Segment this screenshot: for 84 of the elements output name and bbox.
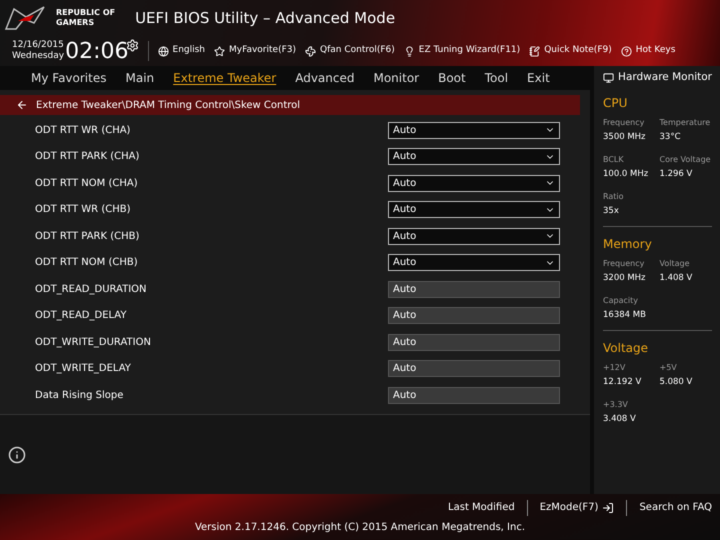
clock-time: 02:06 [65,38,129,66]
setting-label: ODT_WRITE_DURATION [35,336,152,350]
reading-value: 100.0 MHz [603,168,650,181]
toolbar-button[interactable]: EZ Tuning Wizard(F11) [404,44,520,58]
dropdown-field[interactable]: Auto [388,254,560,272]
nav-tab[interactable]: Exit [527,69,550,87]
reading-value: 35x [603,205,620,218]
date-text: 12/16/2015 [12,40,64,51]
nav-tab[interactable]: Tool [484,69,508,87]
setting-label: ODT RTT WR (CHB) [35,203,132,218]
reading-value: 3200 MHz [603,272,647,285]
toolbar-button[interactable]: English [158,44,206,58]
info-icon [8,446,26,464]
reading-value: 1.296 V [660,168,694,181]
reading-label: Capacity [603,295,639,307]
reading-value: 33°C [660,131,682,144]
input-field[interactable]: Auto [388,307,560,324]
section-title: CPU [603,95,628,112]
globe-icon [158,46,169,56]
reading-label: Ratio [603,191,625,203]
lightbulb-icon [404,46,415,56]
setting-label: ODT RTT PARK (CHB) [35,230,140,244]
reading-label: Frequency [603,258,646,270]
nav-tab[interactable]: Monitor [373,69,420,87]
help-icon [620,46,632,56]
setting-label: ODT_WRITE_DELAY [35,362,132,376]
reading-label: +12V [603,362,626,374]
dropdown-field[interactable]: Auto [388,122,560,139]
star-icon [214,46,226,56]
setting-label: ODT RTT PARK (CHA) [35,150,140,164]
monitor-icon [603,72,614,84]
setting-label: ODT_READ_DURATION [35,282,148,297]
fan-icon [305,46,316,56]
reading-label: BCLK [603,154,625,166]
back-arrow-icon[interactable] [16,99,28,111]
window-title: UEFI BIOS Utility – Advanced Mode [135,8,396,29]
settings-icon[interactable] [126,38,139,52]
brand-text: REPUBLIC OF [56,8,116,18]
note-icon [529,46,540,56]
setting-label: ODT RTT WR (CHA) [35,124,132,138]
section-title: Memory [603,236,653,253]
toolbar-button[interactable]: Quick Note(F9) [529,44,612,58]
reading-label: Frequency [603,117,646,129]
reading-value: 16384 MB [603,309,647,322]
reading-value: 3500 MHz [603,131,647,144]
footer-link[interactable]: EzMode(F7) [540,500,614,515]
dropdown-field[interactable]: Auto [388,228,560,245]
setting-label: ODT RTT NOM (CHB) [35,256,139,270]
reading-label: Voltage [660,258,691,270]
section-title: Voltage [603,340,650,357]
toolbar-button[interactable]: Qfan Control(F6) [305,44,395,58]
reading-label: Temperature [660,117,712,129]
reading-value: 3.408 V [603,413,637,426]
reading-value: 12.192 V [603,376,642,389]
dropdown-field[interactable]: Auto [388,174,560,192]
nav-tab[interactable]: Boot [438,69,466,87]
nav-tab[interactable]: Main [125,69,154,87]
dropdown-field[interactable]: Auto [388,148,560,166]
day-text: Wednesday [12,51,64,62]
panel-title: Hardware Monitor [618,70,712,86]
footer-link[interactable]: Last Modified [448,500,515,515]
footer-link[interactable]: Search on FAQ [639,500,712,515]
reading-label: +5V [660,362,678,374]
setting-label: ODT_READ_DELAY [35,309,128,324]
exit-icon [602,502,614,514]
nav-tab[interactable]: Advanced [295,69,354,87]
nav-tab[interactable]: Extreme Tweaker [173,69,276,87]
reading-label: Core Voltage [660,154,712,166]
nav-tab[interactable]: My Favorites [31,69,106,87]
input-field[interactable]: Auto [388,360,560,378]
setting-label: Data Rising Slope [35,388,124,403]
version-text: Version 2.17.1246. Copyright (C) 2015 American Megatrends, Inc. [194,520,526,534]
toolbar-button[interactable]: Hot Keys [620,44,676,58]
input-field[interactable]: Auto [388,334,560,351]
toolbar-button[interactable]: MyFavorite(F3) [214,44,296,58]
reading-label: +3.3V [603,399,629,411]
brand-text: GAMERS [56,18,96,28]
setting-label: ODT RTT NOM (CHA) [35,176,139,191]
reading-value: 5.080 V [660,376,694,389]
breadcrumb-path: Extreme Tweaker\DRAM Timing Control\Skew Control [36,98,300,112]
reading-value: 1.408 V [660,272,694,285]
dropdown-field[interactable]: Auto [388,201,560,218]
input-field[interactable]: Auto [388,280,560,298]
input-field[interactable]: Auto [388,386,560,404]
